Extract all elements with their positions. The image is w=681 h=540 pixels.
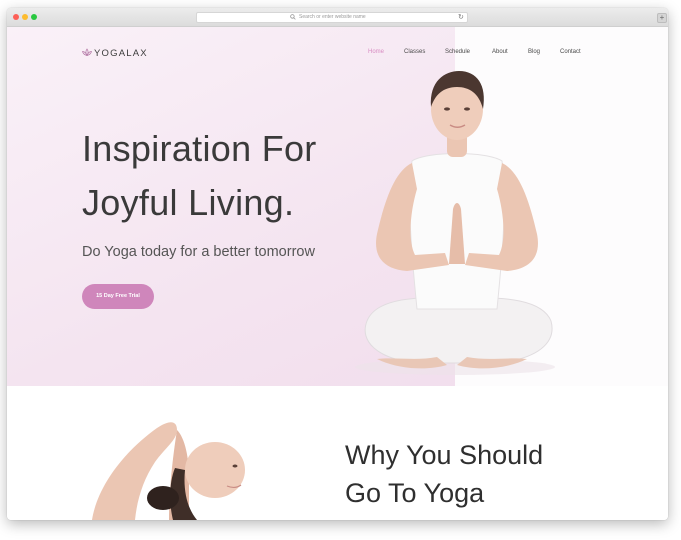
reload-icon[interactable]: ↻ <box>458 13 464 22</box>
why-yoga-title: Why You Should Go To Yoga <box>345 436 543 512</box>
why-yoga-title-line2: Go To Yoga <box>345 478 485 508</box>
nav-home[interactable]: Home <box>368 49 384 55</box>
new-tab-button[interactable]: + <box>657 13 667 23</box>
search-icon <box>290 14 296 20</box>
brand-name: YOGALAX <box>94 48 148 59</box>
free-trial-button[interactable]: 15 Day Free Trial <box>82 284 154 309</box>
lotus-icon <box>82 48 92 57</box>
hero-subtitle: Do Yoga today for a better tomorrow <box>82 244 315 260</box>
hero-headline-line2: Joyful Living. <box>82 182 295 223</box>
address-bar-placeholder: Search or enter website name <box>299 14 366 20</box>
close-window-button[interactable] <box>13 14 19 20</box>
why-yoga-title-line1: Why You Should <box>345 440 544 470</box>
hero-headline: Inspiration For Joyful Living. <box>82 122 317 230</box>
nav-classes[interactable]: Classes <box>404 49 425 55</box>
why-yoga-section: Why You Should Go To Yoga <box>7 386 668 520</box>
nav-schedule[interactable]: Schedule <box>445 49 470 55</box>
browser-window: Search or enter website name ↻ + YOGALAX… <box>7 8 668 520</box>
browser-titlebar: Search or enter website name ↻ + <box>7 8 668 27</box>
address-bar[interactable]: Search or enter website name ↻ <box>196 12 468 23</box>
screenshot-stage: Search or enter website name ↻ + YOGALAX… <box>0 0 681 540</box>
minimize-window-button[interactable] <box>22 14 28 20</box>
hero-section: YOGALAX Home Classes Schedule About Blog… <box>7 27 668 386</box>
hero-headline-line1: Inspiration For <box>82 128 317 169</box>
yoga-pose-image <box>92 422 245 520</box>
maximize-window-button[interactable] <box>31 14 37 20</box>
nav-blog[interactable]: Blog <box>528 49 540 55</box>
nav-about[interactable]: About <box>492 49 508 55</box>
meditating-woman-image <box>355 71 555 375</box>
nav-contact[interactable]: Contact <box>560 49 581 55</box>
